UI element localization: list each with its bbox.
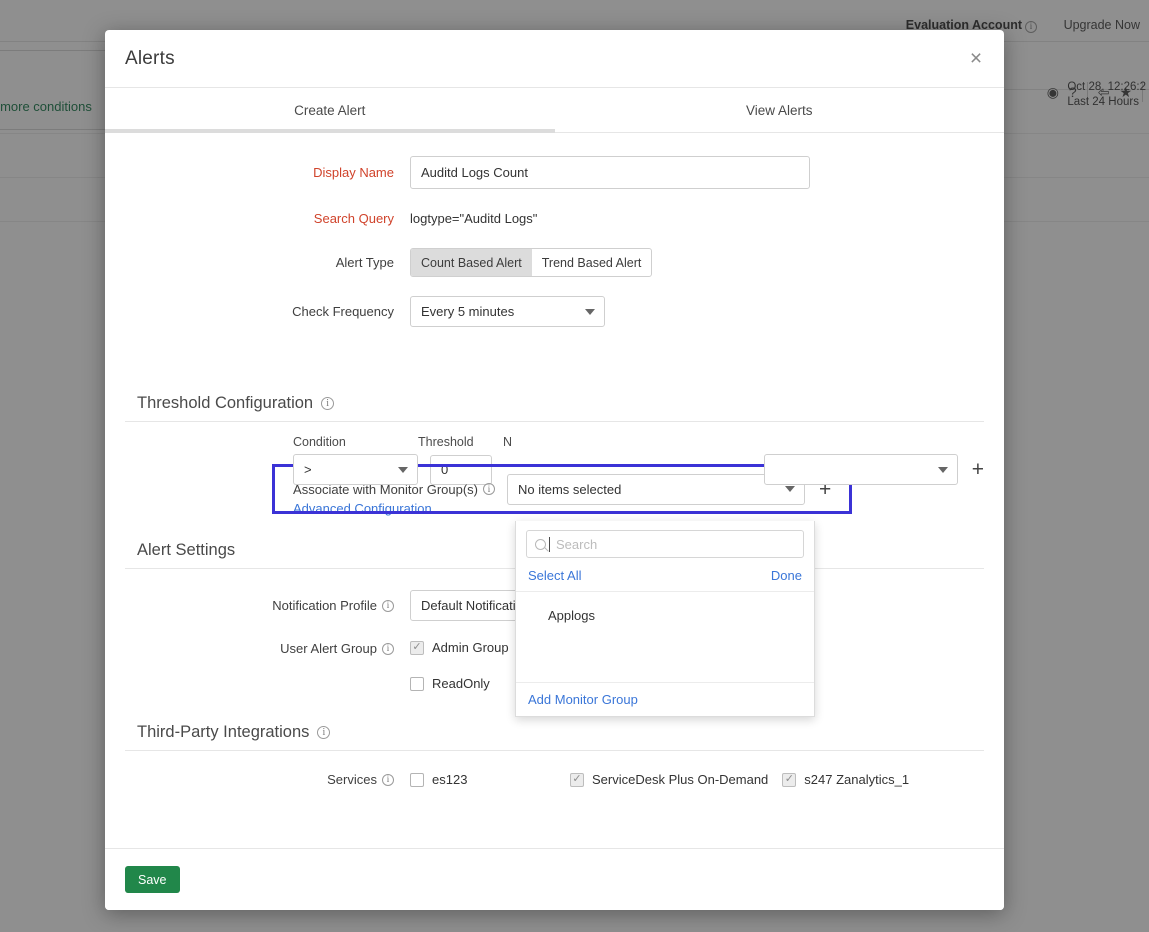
condition-value: > bbox=[304, 462, 312, 477]
add-threshold-button[interactable]: + bbox=[972, 459, 984, 480]
search-query-label: Search Query bbox=[125, 211, 410, 226]
notification-profile-label: Notification Profile i bbox=[125, 598, 410, 613]
dropdown-footer: Add Monitor Group bbox=[516, 682, 814, 716]
modal-header: Alerts × bbox=[105, 30, 1004, 88]
add-monitor-group-link[interactable]: Add Monitor Group bbox=[528, 692, 638, 707]
check-frequency-label: Check Frequency bbox=[125, 304, 410, 319]
alerts-modal: Alerts × Create Alert View Alerts Displa… bbox=[105, 30, 1004, 910]
dropdown-search-placeholder: Search bbox=[556, 537, 597, 552]
alert-type-option-trend[interactable]: Trend Based Alert bbox=[532, 249, 652, 276]
checkbox-zanalytics[interactable]: ✓ s247 Zanalytics_1 bbox=[782, 772, 909, 787]
tab-create-alert[interactable]: Create Alert bbox=[105, 88, 555, 132]
modal-body: Display Name Auditd Logs Count Search Qu… bbox=[105, 133, 1004, 848]
display-name-label: Display Name bbox=[125, 165, 410, 180]
chevron-down-icon bbox=[938, 467, 948, 473]
monitor-group-value: No items selected bbox=[518, 482, 621, 497]
services-text: Services bbox=[327, 772, 377, 787]
done-link[interactable]: Done bbox=[771, 568, 802, 583]
info-icon: i bbox=[321, 397, 334, 410]
threshold-col-third: N bbox=[503, 435, 563, 449]
condition-select[interactable]: > bbox=[293, 454, 418, 485]
text-cursor bbox=[549, 537, 550, 552]
checkbox-icon[interactable] bbox=[410, 677, 424, 691]
checkbox-icon[interactable]: ✓ bbox=[570, 773, 584, 787]
info-icon: i bbox=[382, 774, 394, 786]
info-icon: i bbox=[483, 483, 495, 495]
select-all-link[interactable]: Select All bbox=[528, 568, 581, 583]
checkbox-servicedesk[interactable]: ✓ ServiceDesk Plus On-Demand bbox=[570, 772, 768, 787]
threshold-section-title-text: Threshold Configuration bbox=[137, 394, 313, 413]
checkbox-label: Admin Group bbox=[432, 640, 509, 655]
checkbox-es123[interactable]: es123 bbox=[410, 772, 570, 787]
checkbox-label: s247 Zanalytics_1 bbox=[804, 772, 909, 787]
check-frequency-select[interactable]: Every 5 minutes bbox=[410, 296, 605, 327]
threshold-col-threshold: Threshold bbox=[418, 435, 503, 449]
notification-profile-text: Notification Profile bbox=[272, 598, 377, 613]
search-icon bbox=[535, 539, 546, 550]
threshold-section-title: Threshold Configuration i bbox=[125, 388, 984, 422]
user-alert-group-text: User Alert Group bbox=[280, 641, 377, 656]
info-icon: i bbox=[317, 726, 330, 739]
alert-type-label: Alert Type bbox=[125, 255, 410, 270]
user-alert-group-label: User Alert Group i bbox=[125, 640, 410, 656]
checkbox-label: ServiceDesk Plus On-Demand bbox=[592, 772, 768, 787]
dropdown-search-input[interactable]: Search bbox=[526, 530, 804, 558]
modal-title: Alerts bbox=[125, 48, 175, 70]
checkbox-icon[interactable]: ✓ bbox=[410, 641, 424, 655]
dropdown-item-applogs[interactable]: Applogs bbox=[516, 604, 814, 627]
alert-type-option-count[interactable]: Count Based Alert bbox=[411, 249, 532, 276]
display-name-row: Display Name Auditd Logs Count bbox=[105, 156, 1004, 189]
threshold-third-select[interactable] bbox=[764, 454, 958, 485]
modal-footer: Save bbox=[105, 848, 1004, 910]
services-row: Services i es123 ✓ ServiceDesk Plus On-D… bbox=[105, 772, 1004, 787]
display-name-input[interactable]: Auditd Logs Count bbox=[410, 156, 810, 189]
third-party-title: Third-Party Integrations i bbox=[125, 717, 984, 751]
dropdown-item-list: Applogs bbox=[516, 592, 814, 682]
notification-profile-value: Default Notification bbox=[421, 598, 530, 613]
monitor-group-dropdown-panel: Search Select All Done Applogs Add Monit… bbox=[515, 521, 815, 717]
checkbox-label: ReadOnly bbox=[432, 676, 490, 691]
monitor-group-select[interactable]: No items selected bbox=[507, 474, 805, 505]
third-party-title-text: Third-Party Integrations bbox=[137, 723, 309, 742]
checkbox-icon[interactable]: ✓ bbox=[782, 773, 796, 787]
info-icon: i bbox=[382, 643, 394, 655]
checkbox-icon[interactable] bbox=[410, 773, 424, 787]
services-label: Services i bbox=[125, 772, 410, 787]
info-icon: i bbox=[382, 600, 394, 612]
third-party-section: Third-Party Integrations i bbox=[105, 717, 1004, 751]
search-query-value: logtype="Auditd Logs" bbox=[410, 211, 537, 226]
modal-tabs: Create Alert View Alerts bbox=[105, 88, 1004, 133]
dropdown-search-wrap: Search bbox=[516, 521, 814, 565]
alert-type-toggle: Count Based Alert Trend Based Alert bbox=[410, 248, 652, 277]
dropdown-actions: Select All Done bbox=[516, 565, 814, 592]
threshold-column-headers: Condition Threshold N bbox=[125, 435, 984, 449]
alert-type-row: Alert Type Count Based Alert Trend Based… bbox=[105, 248, 1004, 277]
search-query-row: Search Query logtype="Auditd Logs" bbox=[105, 211, 1004, 226]
check-frequency-row: Check Frequency Every 5 minutes bbox=[105, 296, 1004, 327]
save-button[interactable]: Save bbox=[125, 866, 180, 893]
chevron-down-icon bbox=[785, 486, 795, 492]
tab-view-alerts[interactable]: View Alerts bbox=[555, 88, 1005, 132]
chevron-down-icon bbox=[398, 467, 408, 473]
check-frequency-value: Every 5 minutes bbox=[421, 304, 514, 319]
close-icon[interactable]: × bbox=[963, 46, 989, 72]
checkbox-label: es123 bbox=[432, 772, 467, 787]
threshold-col-condition: Condition bbox=[293, 435, 418, 449]
chevron-down-icon bbox=[585, 309, 595, 315]
